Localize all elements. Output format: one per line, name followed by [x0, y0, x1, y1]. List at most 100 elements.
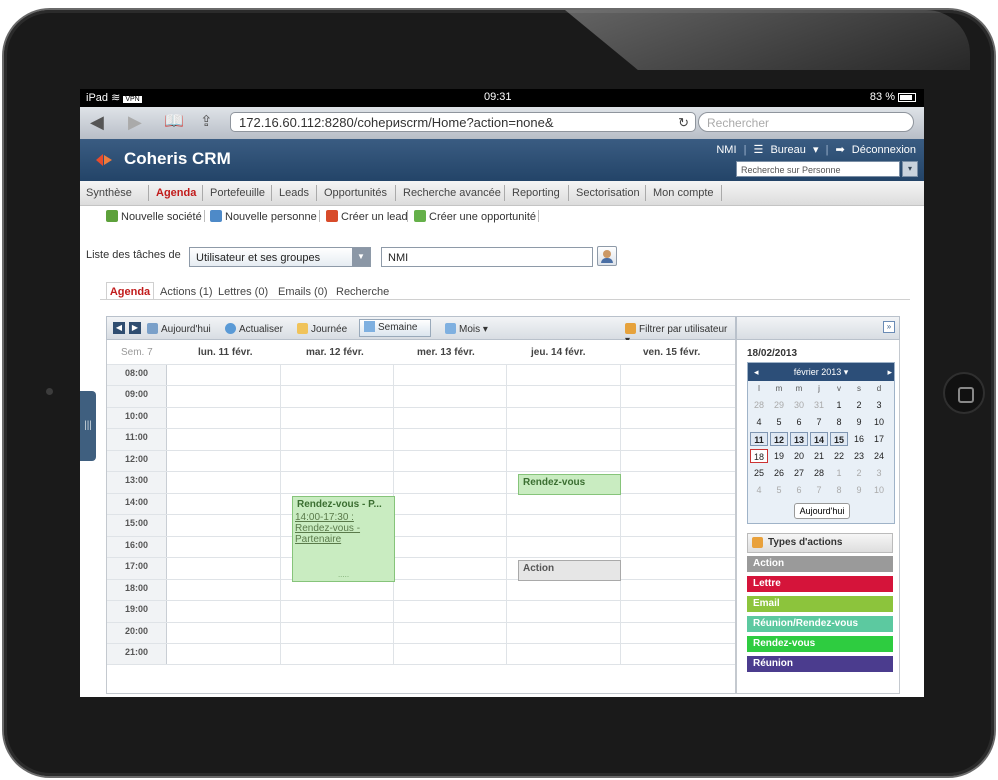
mini-calendar-day[interactable]: 2 — [850, 466, 868, 480]
type-lettre[interactable]: Lettre — [747, 576, 893, 592]
mini-calendar-day[interactable]: 11 — [750, 432, 768, 446]
type-action[interactable]: Action — [747, 556, 893, 572]
event-rendez-vous[interactable]: Rendez-vous — [518, 474, 621, 495]
mini-calendar-day[interactable]: 8 — [830, 483, 848, 497]
mini-calendar-day[interactable]: 25 — [750, 466, 768, 480]
subtab-agenda[interactable]: Agenda — [106, 282, 154, 300]
mini-calendar-day[interactable]: 20 — [790, 449, 808, 463]
subtab-emails[interactable]: Emails (0) — [278, 286, 328, 298]
subtab-lettres[interactable]: Lettres (0) — [218, 286, 268, 298]
subtab-actions[interactable]: Actions (1) — [160, 286, 213, 298]
browser-search-field[interactable]: Rechercher — [698, 112, 914, 132]
task-owner-select[interactable]: Utilisateur et ses groupes ▼ — [189, 247, 371, 267]
prev-month-icon[interactable]: ◂ — [754, 363, 759, 381]
event-detail[interactable]: 14:00-17:30 : Rendez-vous - Partenaire — [293, 512, 394, 545]
desk-menu[interactable]: Bureau — [770, 144, 805, 156]
mini-calendar-today-button[interactable]: Aujourd'hui — [794, 503, 850, 519]
collapse-panel-icon[interactable]: » — [883, 321, 895, 333]
back-arrow-icon[interactable]: ◀ — [90, 113, 104, 131]
week-view-button[interactable]: Semaine — [359, 319, 431, 337]
type-reunion-rendez-vous[interactable]: Réunion/Rendez-vous — [747, 616, 893, 632]
day-view-button[interactable]: Journée — [297, 323, 347, 335]
tab-opportunites[interactable]: Opportunités — [324, 187, 387, 199]
tab-mon-compte[interactable]: Mon compte — [653, 187, 714, 199]
mini-calendar-day[interactable]: 12 — [770, 432, 788, 446]
month-view-button[interactable]: Mois ▾ — [445, 323, 488, 335]
user-field[interactable]: NMI — [381, 247, 593, 267]
type-reunion[interactable]: Réunion — [747, 656, 893, 672]
url-field[interactable]: 172.16.60.112:8280/cohериscrm/Home?actio… — [230, 112, 696, 132]
refresh-button[interactable]: Actualiser — [225, 323, 283, 335]
mini-calendar-day[interactable]: 13 — [790, 432, 808, 446]
mini-calendar-day[interactable]: 16 — [850, 432, 868, 446]
mini-calendar-day[interactable]: 10 — [870, 415, 888, 429]
mini-calendar-day[interactable]: 26 — [770, 466, 788, 480]
mini-calendar-day[interactable]: 10 — [870, 483, 888, 497]
mini-calendar-day[interactable]: 4 — [750, 415, 768, 429]
mini-calendar-day[interactable]: 28 — [750, 398, 768, 412]
user-name[interactable]: NMI — [716, 144, 736, 156]
tab-leads[interactable]: Leads — [279, 187, 309, 199]
tab-portefeuille[interactable]: Portefeuille — [210, 187, 265, 199]
mini-calendar-day[interactable]: 29 — [770, 398, 788, 412]
mini-calendar-day[interactable]: 5 — [770, 483, 788, 497]
new-company-button[interactable]: Nouvelle société — [106, 210, 202, 223]
subtab-recherche[interactable]: Recherche — [336, 286, 389, 298]
new-person-button[interactable]: Nouvelle personne — [210, 210, 317, 223]
tab-reporting[interactable]: Reporting — [512, 187, 560, 199]
mini-calendar-day[interactable]: 14 — [810, 432, 828, 446]
user-picker-button[interactable] — [597, 246, 617, 266]
search-dropdown-icon[interactable]: ▾ — [902, 161, 918, 177]
event-rendez-vous-partenaire[interactable]: Rendez-vous - P... 14:00-17:30 : Rendez-… — [292, 496, 395, 582]
mini-calendar-day[interactable]: 6 — [790, 483, 808, 497]
mini-calendar-day[interactable]: 3 — [870, 466, 888, 480]
mini-calendar-day[interactable]: 7 — [810, 415, 828, 429]
mini-calendar-day[interactable]: 9 — [850, 415, 868, 429]
mini-calendar-day[interactable]: 15 — [830, 432, 848, 446]
mini-calendar-day[interactable]: 5 — [770, 415, 788, 429]
mini-calendar-day[interactable]: 23 — [850, 449, 868, 463]
forward-arrow-icon[interactable]: ▶ — [128, 113, 142, 131]
mini-calendar-day[interactable]: 30 — [790, 398, 808, 412]
mini-calendar-day[interactable]: 18 — [750, 449, 768, 463]
mini-calendar-day[interactable]: 22 — [830, 449, 848, 463]
mini-calendar-day[interactable]: 31 — [810, 398, 828, 412]
mini-calendar-day[interactable]: 6 — [790, 415, 808, 429]
tab-recherche-avancee[interactable]: Recherche avancée — [403, 187, 501, 199]
create-opportunity-button[interactable]: Créer une opportunité — [414, 210, 536, 223]
create-lead-button[interactable]: Créer un lead — [326, 210, 408, 223]
mini-calendar-day[interactable]: 7 — [810, 483, 828, 497]
reload-icon[interactable]: ↻ — [678, 113, 689, 133]
share-icon[interactable]: ⇪ — [200, 113, 213, 131]
mini-calendar-day[interactable]: 1 — [830, 398, 848, 412]
mini-calendar-day[interactable]: 8 — [830, 415, 848, 429]
mini-calendar-day[interactable]: 1 — [830, 466, 848, 480]
prev-week-icon[interactable]: ◀ — [113, 322, 125, 334]
logout-link[interactable]: Déconnexion — [852, 144, 916, 156]
person-search-input[interactable]: Recherche sur Personne — [736, 161, 900, 177]
mini-calendar-day[interactable]: 2 — [850, 398, 868, 412]
tab-agenda[interactable]: Agenda — [156, 187, 196, 199]
action-types-header[interactable]: Types d'actions — [747, 533, 893, 553]
next-month-icon[interactable]: ▸ — [887, 363, 892, 381]
today-button[interactable]: Aujourd'hui — [147, 323, 211, 335]
bookmarks-book-icon[interactable]: 📖 — [164, 113, 184, 131]
mini-calendar-day[interactable]: 19 — [770, 449, 788, 463]
mini-calendar-day[interactable]: 28 — [810, 466, 828, 480]
tab-sectorisation[interactable]: Sectorisation — [576, 187, 640, 199]
mini-calendar-day[interactable]: 17 — [870, 432, 888, 446]
home-button[interactable] — [943, 372, 985, 414]
type-email[interactable]: Email — [747, 596, 893, 612]
tab-synthese[interactable]: Synthèse — [86, 187, 132, 199]
mini-calendar-day[interactable]: 27 — [790, 466, 808, 480]
mini-calendar-day[interactable]: 9 — [850, 483, 868, 497]
mini-calendar-day[interactable]: 21 — [810, 449, 828, 463]
next-week-icon[interactable]: ▶ — [129, 322, 141, 334]
mini-calendar-day[interactable]: 4 — [750, 483, 768, 497]
side-drawer-tab[interactable]: ||| — [80, 391, 96, 461]
event-action[interactable]: Action — [518, 560, 621, 581]
mini-calendar-day[interactable]: 3 — [870, 398, 888, 412]
type-rendez-vous[interactable]: Rendez-vous — [747, 636, 893, 652]
month-label[interactable]: février 2013 — [794, 367, 842, 377]
mini-calendar-day[interactable]: 24 — [870, 449, 888, 463]
